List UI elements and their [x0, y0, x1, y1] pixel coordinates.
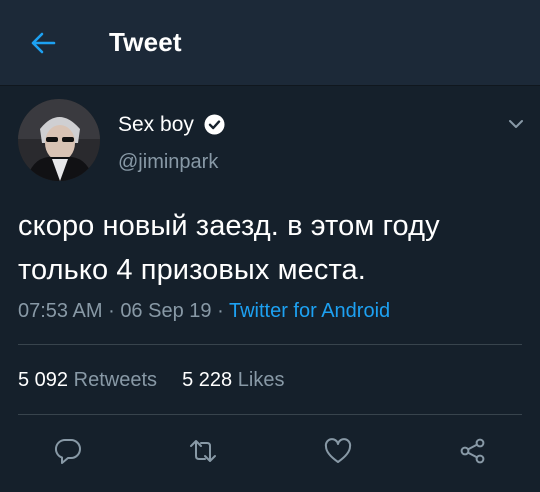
divider — [18, 414, 522, 415]
tweet-text: скоро новый заезд. в этом году только 4 … — [18, 204, 528, 292]
like-icon[interactable] — [323, 436, 353, 466]
share-icon[interactable] — [458, 436, 488, 466]
meta-separator: · — [108, 300, 115, 322]
tweet-time: 07:53 AM — [18, 300, 103, 322]
page-title: Tweet — [109, 27, 182, 57]
retweets-label: Retweets — [73, 369, 157, 391]
likes-count: 5 228 — [182, 369, 233, 391]
likes-stat[interactable]: 5 228 Likes — [182, 369, 284, 391]
tweet-date: 06 Sep 19 — [120, 300, 212, 322]
back-arrow-icon[interactable] — [28, 28, 58, 58]
author-handle[interactable]: @jiminpark — [118, 151, 218, 174]
avatar[interactable] — [18, 99, 100, 181]
reply-icon[interactable] — [53, 436, 83, 466]
chevron-down-icon[interactable] — [505, 113, 527, 135]
verified-badge-icon — [204, 114, 225, 135]
top-bar: Tweet — [0, 0, 540, 85]
tweet-stats: 5 092 Retweets 5 228 Likes — [18, 369, 284, 392]
retweet-icon[interactable] — [188, 436, 218, 466]
retweets-stat[interactable]: 5 092 Retweets — [18, 369, 163, 391]
retweets-count: 5 092 — [18, 369, 69, 391]
author-name[interactable]: Sex boy — [118, 113, 194, 137]
meta-separator: · — [217, 300, 224, 322]
divider — [18, 344, 522, 345]
tweet-source-link[interactable]: Twitter for Android — [229, 300, 390, 322]
likes-label: Likes — [237, 369, 285, 391]
tweet-meta: 07:53 AM · 06 Sep 19 · Twitter for Andro… — [18, 300, 390, 323]
tweet-text-line: скоро новый заезд. в этом году — [18, 210, 440, 242]
tweet-text-line: только 4 призовых места. — [18, 254, 366, 286]
